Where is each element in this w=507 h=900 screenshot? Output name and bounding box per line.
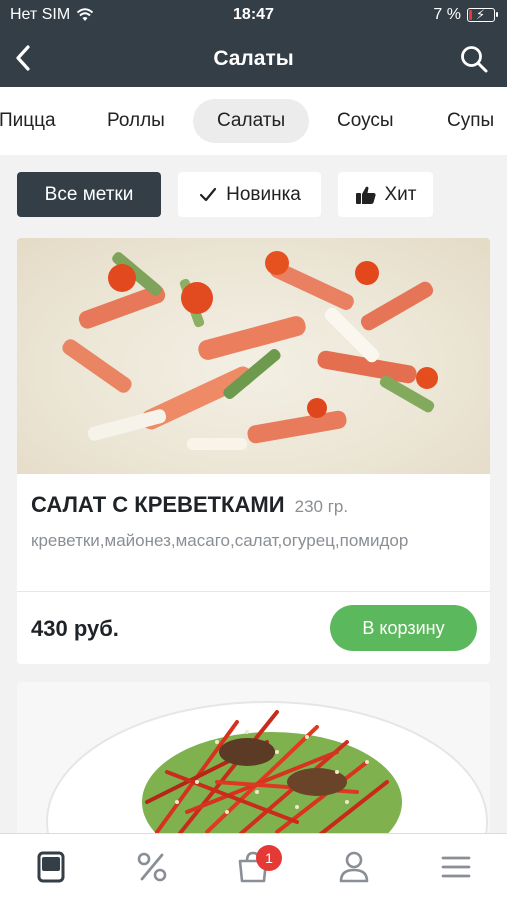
product-price: 430 руб.	[31, 616, 119, 641]
tab-rolls[interactable]: Роллы	[83, 99, 189, 143]
filter-hit-label: Хит	[384, 183, 417, 205]
add-to-cart-button[interactable]: В корзину	[330, 605, 477, 651]
tab-soups[interactable]: Супы	[423, 99, 507, 143]
cart-badge: 1	[256, 845, 282, 871]
filter-new[interactable]: Новинка	[178, 172, 321, 217]
product-weight: 230 гр.	[294, 497, 349, 516]
product-card[interactable]	[17, 682, 490, 842]
filter-bar: Все метки Новинка Хит	[0, 155, 507, 237]
product-photo	[17, 238, 490, 474]
discount-icon[interactable]	[134, 849, 170, 885]
tab-pizza[interactable]: Пицца	[0, 99, 80, 143]
product-card[interactable]: САЛАТ С КРЕВЕТКАМИ 230 гр. креветки,майо…	[17, 238, 490, 664]
menu-icon[interactable]	[33, 849, 69, 885]
tab-sauces[interactable]: Соусы	[313, 99, 418, 143]
checkmark-icon	[199, 187, 217, 201]
battery-icon: ⚡	[467, 7, 498, 22]
product-ingredients: креветки,майонез,масаго,салат,огурец,пом…	[31, 531, 409, 550]
search-icon[interactable]	[459, 44, 489, 74]
product-name: САЛАТ С КРЕВЕТКАМИ	[31, 492, 285, 517]
clock: 18:47	[233, 6, 274, 23]
filter-all-tags-label: Все метки	[44, 183, 134, 205]
product-photo	[17, 682, 490, 842]
battery-percent: 7 %	[433, 6, 461, 23]
tab-salads[interactable]: Салаты	[193, 99, 310, 143]
card-divider	[17, 591, 490, 592]
page-title: Салаты	[213, 47, 294, 70]
nav-bar: Салаты	[0, 30, 507, 87]
thumbs-up-icon	[355, 186, 376, 204]
filter-hit[interactable]: Хит	[338, 172, 433, 217]
bottom-tab-bar: 1	[0, 833, 507, 900]
filter-all-tags[interactable]: Все метки	[17, 172, 161, 217]
filter-new-label: Новинка	[226, 183, 301, 205]
status-bar: Нет SIM 18:47 7 % ⚡	[0, 0, 507, 30]
more-icon[interactable]	[438, 849, 474, 885]
category-tabs: Пицца Роллы Салаты Соусы Супы	[0, 87, 507, 155]
profile-icon[interactable]	[336, 849, 372, 885]
product-title: САЛАТ С КРЕВЕТКАМИ 230 гр.	[31, 492, 348, 518]
